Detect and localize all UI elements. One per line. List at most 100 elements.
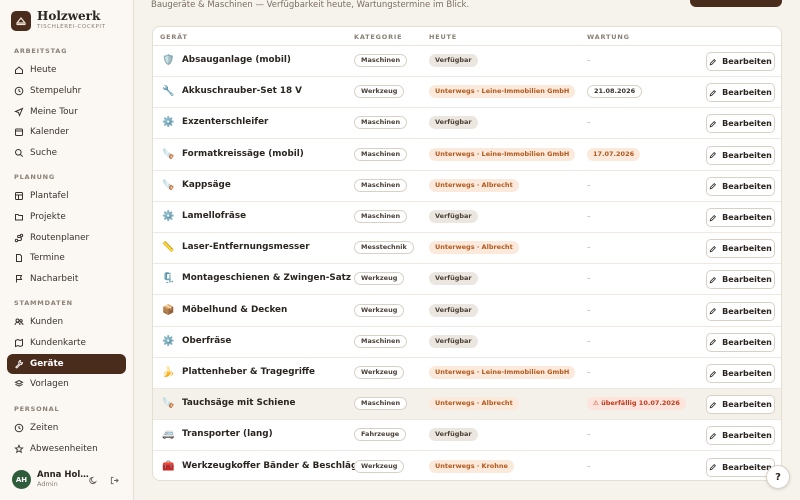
table-row[interactable]: ⚙️ Exzenterschleifer Maschinen Verfügbar – Be… [153, 108, 781, 140]
sidebar-item-label: Zeiten [30, 423, 59, 433]
sidebar-item-vorlagen[interactable]: Vorlagen [7, 374, 126, 394]
sidebar-item-plantafel[interactable]: Plantafel [7, 186, 126, 206]
equipment-name: Laser-Entfernungsmesser [182, 242, 310, 253]
status-badge: Verfügbar [429, 54, 478, 67]
edit-button[interactable]: Bearbeiten [706, 114, 775, 134]
status-badge: Verfügbar [429, 334, 478, 348]
sidebar-item-kundenkarte[interactable]: Kundenkarte [7, 333, 126, 353]
sidebar-item-suche[interactable]: Suche [7, 143, 126, 163]
header-category: KATEGORIE [354, 33, 403, 41]
maintenance-value: ⚠ überfällig 10.07.2026 [587, 397, 686, 411]
maintenance-value: – [587, 56, 591, 64]
sidebar-item-termine[interactable]: Termine [7, 248, 126, 268]
help-button[interactable]: ? [766, 465, 790, 489]
calendar-icon [15, 128, 23, 137]
edit-button[interactable]: Bearbeiten [706, 176, 775, 196]
sidebar-item-nacharbeit[interactable]: Nacharbeit [7, 269, 126, 289]
sidebar-item-projekte[interactable]: Projekte [7, 207, 126, 227]
table-row[interactable]: 🪚 Kappsäge Maschinen Unterwegs · Albrecht – B… [153, 171, 781, 202]
user-profile[interactable]: AH Anna Hol… Admin [12, 470, 89, 489]
logout-button[interactable] [108, 474, 120, 486]
edit-button[interactable]: Bearbeiten [706, 426, 775, 446]
sidebar-item-label: Kalender [30, 127, 70, 138]
edit-button[interactable]: Bearbeiten [706, 208, 775, 227]
category-badge: Maschinen [354, 210, 408, 223]
category-badge: Werkzeug [354, 85, 405, 99]
maintenance-value: – [587, 368, 591, 376]
pencil-icon [709, 339, 717, 346]
home-icon [15, 66, 23, 74]
pencil-icon [709, 120, 717, 128]
sidebar-section-label: PERSONAL [14, 405, 60, 413]
edit-button-label: Bearbeiten [722, 337, 772, 347]
map-icon [15, 338, 23, 348]
category-badge: Maschinen [354, 178, 408, 192]
sidebar-item-label: Plantafel [30, 191, 69, 201]
edit-button[interactable]: Bearbeiten [706, 270, 775, 290]
status-badge: Verfügbar [429, 272, 478, 286]
table-row[interactable]: 🛡️ Absauganlage (mobil) Maschinen Verfügbar… [153, 46, 781, 77]
avatar: AH [12, 470, 31, 489]
table-row[interactable]: 🪚 Formatkreissäge (mobil) Maschinen Unterwe… [153, 140, 781, 171]
table-row[interactable]: 🍌 Plattenheber & Tragegriffe Werkzeug Unter… [153, 358, 781, 389]
edit-button-label: Bearbeiten [722, 306, 772, 316]
edit-button-label: Bearbeiten [722, 213, 772, 222]
edit-button[interactable]: Bearbeiten [706, 332, 775, 352]
edit-button[interactable]: Bearbeiten [706, 364, 775, 383]
maintenance-value: – [587, 243, 591, 252]
sidebar-item-heute[interactable]: Heute [7, 60, 126, 80]
edit-button[interactable]: Bearbeiten [706, 301, 775, 321]
table-row[interactable]: 🔧 Akkuschrauber-Set 18 V Werkzeug Unterwegs… [153, 77, 781, 109]
sidebar-item-geräte[interactable]: Geräte [7, 353, 126, 374]
equipment-name: Formatkreissäge (mobil) [182, 148, 304, 159]
maintenance-value: – [587, 430, 591, 439]
table-row[interactable]: 🚐 Transporter (lang) Fahrzeuge Verfügbar – Be… [153, 420, 781, 452]
edit-button[interactable]: Bearbeiten [706, 239, 775, 259]
sidebar-item-kunden[interactable]: Kunden [7, 312, 126, 332]
sidebar-item-kalender[interactable]: Kalender [7, 122, 126, 142]
sidebar-item-stempeluhr[interactable]: Stempeluhr [7, 81, 126, 101]
edit-button[interactable]: Bearbeiten [706, 457, 775, 477]
table-row[interactable]: 📏 Laser-Entfernungsmesser Messtechnik Unter… [153, 233, 781, 265]
table-row[interactable]: ⚙️ Oberfräse Maschinen Verfügbar – Bearbeiten [153, 327, 781, 358]
maintenance-value: – [587, 336, 591, 345]
table-row[interactable]: 📦 Möbelhund & Decken Werkzeug Verfügbar – Bea… [153, 296, 781, 327]
sidebar-item-zeiten[interactable]: Zeiten [7, 418, 126, 438]
sidebar-item-meine-tour[interactable]: Meine Tour [7, 102, 126, 122]
sidebar-item-label: Geräte [30, 358, 64, 369]
navigation-icon [14, 107, 24, 117]
sidebar-item-abwesenheiten[interactable]: Abwesenheiten [7, 439, 126, 459]
equipment-name: Lamellofräse [182, 211, 247, 221]
sidebar-item-label: Termine [30, 253, 65, 264]
edit-button[interactable]: Bearbeiten [706, 395, 775, 415]
category-badge: Werkzeug [354, 366, 405, 379]
sidebar-item-label: Kunden [30, 317, 64, 327]
edit-button[interactable]: Bearbeiten [706, 83, 775, 103]
edit-button[interactable]: Bearbeiten [706, 145, 775, 165]
pencil-icon [709, 183, 717, 190]
table-row[interactable]: 🧰 Werkzeugkoffer Bänder & Beschläge Werkze… [153, 452, 781, 480]
equipment-name: Möbelhund & Decken [182, 304, 288, 315]
edit-button-label: Bearbeiten [722, 244, 772, 254]
search-icon [15, 149, 24, 158]
table-row[interactable]: 🗜️ Montageschienen & Zwingen-Satz Werkzeug… [153, 264, 781, 296]
sidebar-item-routenplaner[interactable]: Routenplaner [7, 228, 126, 248]
category-badge: Maschinen [354, 397, 408, 411]
primary-action-button[interactable] [690, 0, 782, 7]
maintenance-value: 17.07.2026 [587, 147, 641, 161]
edit-button-label: Bearbeiten [722, 275, 772, 285]
table-row[interactable]: ⚙️ Lamellofräse Maschinen Verfügbar – Bearbei… [153, 202, 781, 233]
maintenance-value: – [587, 305, 591, 314]
sidebar-section-label: PLANUNG [14, 173, 56, 181]
edit-button[interactable]: Bearbeiten [706, 52, 775, 71]
table-row[interactable]: 🪚 Tauchsäge mit Schiene Maschinen Unterwegs… [153, 389, 781, 421]
theme-toggle-button[interactable] [87, 474, 99, 486]
equipment-icon: 🧰 [162, 460, 175, 472]
equipment-name: Kappsäge [182, 179, 231, 190]
sidebar-item-label: Suche [30, 148, 57, 159]
equipment-icon: 📦 [162, 304, 175, 316]
clock-icon [14, 423, 24, 433]
brand[interactable]: Holzwerk TISCHLEREI-COCKPIT [11, 10, 106, 31]
status-badge: Unterwegs · Leine-Immobilien GmbH [429, 85, 576, 99]
star-icon [14, 443, 24, 454]
